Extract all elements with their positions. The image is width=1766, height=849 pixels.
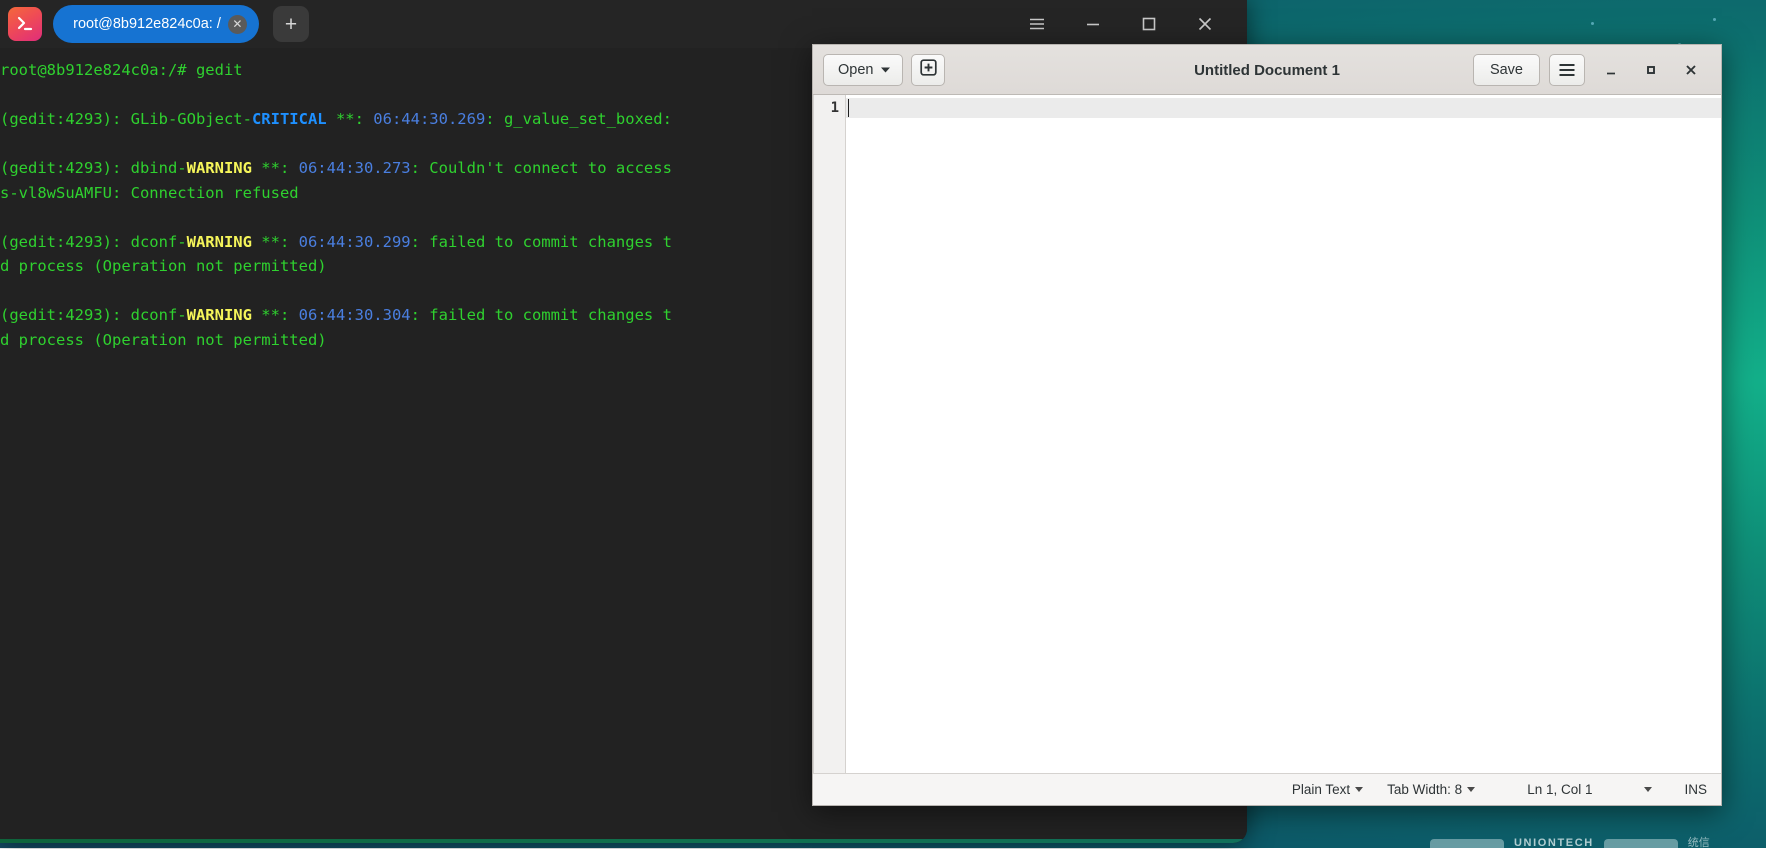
hamburger-menu-icon[interactable] [1009,0,1065,48]
cursor-position: Ln 1, Col 1 [1487,782,1604,797]
terminal-text-segment: d process (Operation not permitted) [0,331,327,349]
terminal-text-segment: (gedit:4293): dconf- [0,306,187,324]
maximize-icon[interactable] [1121,0,1177,48]
close-icon[interactable] [1671,48,1711,92]
chevron-down-icon [1355,787,1363,792]
chevron-down-icon [1467,787,1475,792]
new-document-button[interactable] [911,54,945,86]
minimize-icon[interactable] [1591,48,1631,92]
terminal-text-segment: 06:44:30.273 [299,159,411,177]
terminal-text-segment: root@8b912e824c0a:/# gedit [0,61,243,79]
position-dropdown-button[interactable] [1604,787,1670,792]
dock-item[interactable] [1604,839,1678,848]
terminal-text-segment: **: [252,233,299,251]
terminal-text-segment: **: [327,110,374,128]
terminal-tab[interactable]: root@8b912e824c0a: / ✕ [53,5,259,43]
terminal-text-segment: s-vl8wSuAMFU: Connection refused [0,184,299,202]
dock-item[interactable] [1430,839,1504,848]
close-icon[interactable] [1177,0,1233,48]
terminal-window-controls[interactable] [1009,0,1233,48]
gedit-window[interactable]: Open Untitled Document 1 Save [812,44,1722,806]
terminal-text-segment: WARNING [187,159,252,177]
terminal-text-segment: 06:44:30.304 [299,306,411,324]
taskbar-dock[interactable]: UNIONTECH 统信 [1430,838,1766,848]
plus-in-box-icon [920,59,937,80]
terminal-titlebar[interactable]: root@8b912e824c0a: / ✕ + [0,0,1247,48]
gedit-headerbar[interactable]: Open Untitled Document 1 Save [813,45,1721,95]
wallpaper-speck [1591,22,1594,25]
terminal-text-segment: (gedit:4293): dconf- [0,233,187,251]
gedit-window-controls[interactable] [1591,48,1711,92]
gedit-statusbar[interactable]: Plain Text Tab Width: 8 Ln 1, Col 1 INS [813,773,1721,805]
terminal-text-segment: : failed to commit changes t [411,233,672,251]
terminal-text-segment: d process (Operation not permitted) [0,257,327,275]
open-button[interactable]: Open [823,54,903,86]
terminal-text-segment: : Couldn't connect to access [411,159,672,177]
terminal-text-segment: **: [252,306,299,324]
tab-width-selector[interactable]: Tab Width: 8 [1375,782,1487,797]
terminal-text-segment: WARNING [187,233,252,251]
hamburger-menu-icon[interactable] [1549,54,1585,86]
tab-width-label: Tab Width: 8 [1387,782,1462,797]
line-number-gutter: 1 [814,95,846,773]
terminal-tab-label: root@8b912e824c0a: / [73,16,221,32]
terminal-bottom-accent [0,839,1247,843]
terminal-text-segment: 06:44:30.269 [373,110,485,128]
terminal-prompt-icon [8,7,42,41]
terminal-text-segment: **: [252,159,299,177]
save-button[interactable]: Save [1473,54,1540,86]
chevron-down-icon [880,62,891,78]
gedit-editor[interactable]: 1 [813,95,1721,773]
dock-brand-label: UNIONTECH [1514,839,1594,848]
terminal-text-segment: 06:44:30.299 [299,233,411,251]
chevron-down-icon [1644,787,1652,792]
text-caret [848,99,849,117]
insert-mode-indicator: INS [1670,782,1713,797]
gedit-header-actions[interactable]: Save [1473,48,1711,92]
text-editor-area[interactable] [846,95,1721,773]
open-button-label: Open [838,62,873,78]
maximize-icon[interactable] [1631,48,1671,92]
minimize-icon[interactable] [1065,0,1121,48]
terminal-text-segment: : g_value_set_boxed: [485,110,672,128]
language-label: Plain Text [1292,782,1350,797]
save-button-label: Save [1490,62,1523,78]
line-number: 1 [814,98,839,118]
dock-brand-label-cn: 统信 [1688,839,1710,848]
terminal-text-segment: CRITICAL [252,110,327,128]
terminal-text-segment: WARNING [187,306,252,324]
plus-icon[interactable]: + [273,6,309,42]
terminal-text-segment: (gedit:4293): dbind- [0,159,187,177]
terminal-text-segment: (gedit:4293): GLib-GObject- [0,110,252,128]
language-selector[interactable]: Plain Text [1280,782,1375,797]
wallpaper-speck [1713,18,1716,21]
close-icon[interactable]: ✕ [228,15,247,34]
current-line-highlight [846,98,1721,118]
terminal-text-segment: : failed to commit changes t [411,306,672,324]
